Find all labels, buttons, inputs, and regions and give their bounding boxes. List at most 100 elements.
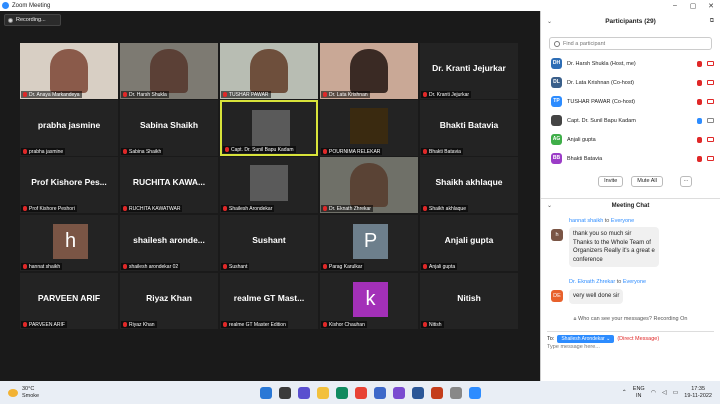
video-tile[interactable]: Capt. Dr. Sunil Bapu Kadam — [220, 100, 318, 156]
video-tile[interactable]: k Kishor Chauhan — [320, 273, 418, 329]
tile-name-label: realme GT Master Edition — [221, 321, 288, 328]
windows-taskbar: 30°C Smoke ⌃ ENG IN ◠ ◁ ▭ 17:35 19-11-20… — [0, 381, 720, 404]
participant-row[interactable]: Capt. Dr. Sunil Bapu Kadam — [541, 111, 720, 130]
search-icon[interactable] — [279, 386, 291, 399]
invite-button[interactable]: Invite — [598, 176, 624, 187]
camera-icon — [707, 80, 714, 85]
tile-name-label: Anjali gupta — [421, 263, 458, 270]
speaker-icon[interactable]: ◁ — [662, 389, 667, 396]
start-icon[interactable] — [260, 386, 272, 399]
video-tile[interactable]: Dr. Lata Krishnan — [320, 43, 418, 99]
avatar: DL — [551, 77, 562, 88]
participant-row[interactable]: DL Dr. Lata Krishnan (Co-host) — [541, 73, 720, 92]
search-input[interactable] — [563, 40, 703, 47]
participant-video — [150, 49, 188, 93]
participant-video — [50, 49, 88, 93]
weather-widget[interactable]: 30°C Smoke — [8, 386, 39, 400]
tile-name-label: Nitish — [421, 321, 444, 328]
video-tile[interactable]: RUCHITA KAWA... RUCHITA KAWATWAR — [120, 157, 218, 213]
more-options-button[interactable]: ... — [680, 176, 692, 187]
video-tile[interactable]: Nitish Nitish — [420, 273, 518, 329]
participant-row[interactable]: AG Anjali gupta — [541, 130, 720, 149]
chrome-icon[interactable] — [355, 386, 367, 399]
microphone-icon — [697, 136, 702, 143]
video-tile[interactable]: Shaikh akhlaque Shaikh akhlaque — [420, 157, 518, 213]
video-tile[interactable]: Shailesh Arondekar — [220, 157, 318, 213]
recipient-select[interactable]: Shailesh Arondekar ⌄ — [557, 334, 615, 343]
mic-muted-icon — [223, 92, 227, 97]
tile-name-label: PARVEEN ARIF — [21, 321, 67, 328]
video-tile[interactable]: h hannat shaikh — [20, 215, 118, 271]
video-tile[interactable]: realme GT Mast... realme GT Master Editio… — [220, 273, 318, 329]
mute-all-button[interactable]: Mute All — [631, 176, 663, 187]
minimize-icon[interactable]: – — [666, 2, 684, 10]
mic-muted-icon — [323, 206, 327, 211]
participant-actions: Invite Mute All ... — [541, 176, 720, 187]
weather-icon — [8, 388, 18, 397]
video-tile[interactable]: Dr. Anaya Markandeya — [20, 43, 118, 99]
language-indicator[interactable]: ENG IN — [633, 386, 645, 400]
participant-row[interactable]: TP TUSHAR PAWAR (Co-host) — [541, 92, 720, 111]
video-tile[interactable]: Sushant Sushant — [220, 215, 318, 271]
chat-app-icon[interactable] — [298, 386, 310, 399]
tile-name-label: hannat shaikh — [21, 263, 63, 270]
maximize-icon[interactable]: ▢ — [684, 2, 702, 10]
chat-message-input[interactable] — [547, 344, 707, 350]
video-tile[interactable]: POURNIMA RELEKAR — [320, 100, 418, 156]
mic-muted-icon — [423, 264, 427, 269]
video-tile[interactable]: shailesh aronde... shailesh arondekar 02 — [120, 215, 218, 271]
avatar: P — [353, 224, 388, 259]
participant-row[interactable]: BB Bhakti Batavia — [541, 149, 720, 168]
app-icon[interactable] — [450, 386, 462, 399]
participant-status — [697, 60, 714, 67]
participant-name: Dr. Harsh Shukla (Host, me) — [567, 60, 636, 67]
close-icon[interactable]: ✕ — [702, 2, 720, 10]
video-tile[interactable]: Prof Kishore Pes... Prof Kishore Peshori — [20, 157, 118, 213]
video-tile[interactable]: P Parag Karulkar — [320, 215, 418, 271]
video-tile[interactable]: Riyaz Khan Riyaz Khan — [120, 273, 218, 329]
mic-muted-icon — [323, 149, 327, 154]
taskbar-apps — [260, 386, 481, 399]
file-explorer-icon[interactable] — [317, 386, 329, 399]
mic-muted-icon — [223, 206, 227, 211]
chat-privacy-notice[interactable]: 🔒︎ Who can see your messages? Recording … — [541, 316, 720, 323]
battery-icon[interactable]: ▭ — [673, 389, 679, 396]
video-tile[interactable]: Dr. Eknath Zhrekar — [320, 157, 418, 213]
recording-indicator[interactable]: Recording... — [4, 14, 61, 26]
participant-display-name: realme GT Mast... — [233, 293, 305, 303]
video-tile[interactable]: Sabina Shaikh Sabina Shaikh — [120, 100, 218, 156]
chevron-down-icon[interactable]: ⌄ — [547, 18, 552, 25]
chat-message-meta: hannat shaikh to Everyone — [569, 218, 635, 224]
mic-muted-icon — [423, 206, 427, 211]
edge-icon[interactable] — [336, 386, 348, 399]
participant-display-name: Bhakti Batavia — [439, 120, 499, 130]
participants-header: ⌄ Participants (29) ⧉ — [541, 11, 720, 31]
powerpoint-icon[interactable] — [431, 386, 443, 399]
video-tile[interactable]: prabha jasmine prabha jasmine — [20, 100, 118, 156]
participants-title: Participants (29) — [605, 17, 656, 25]
video-tile[interactable]: Dr. Kranti Jejurkar Dr. Kranti Jejurkar — [420, 43, 518, 99]
video-tile[interactable]: TUSHAR PAWAR — [220, 43, 318, 99]
video-tile[interactable]: Bhakti Batavia Bhakti Batavia — [420, 100, 518, 156]
video-tile[interactable]: Dr. Harsh Shukla — [120, 43, 218, 99]
search-icon — [554, 40, 560, 47]
video-tile[interactable]: PARVEEN ARIF PARVEEN ARIF — [20, 273, 118, 329]
chevron-down-icon[interactable]: ⌄ — [547, 202, 552, 209]
participant-row[interactable]: DH Dr. Harsh Shukla (Host, me) — [541, 54, 720, 73]
chevron-up-icon[interactable]: ⌃ — [622, 389, 627, 396]
participant-status — [697, 79, 714, 86]
mic-muted-icon — [123, 149, 127, 154]
avatar: k — [353, 282, 388, 317]
store-icon[interactable] — [374, 386, 386, 399]
clock[interactable]: 17:35 19-11-2022 — [684, 386, 712, 400]
zoom-icon[interactable] — [469, 386, 481, 399]
app-icon[interactable] — [393, 386, 405, 399]
word-icon[interactable] — [412, 386, 424, 399]
video-tile[interactable]: Anjali gupta Anjali gupta — [420, 215, 518, 271]
tile-name-label: Dr. Anaya Markandeya — [21, 91, 82, 98]
participant-search[interactable] — [549, 37, 712, 50]
popout-icon[interactable]: ⧉ — [710, 18, 714, 25]
tile-name-label: Shaikh akhlaque — [421, 205, 468, 212]
tile-name-label: Shailesh Arondekar — [221, 205, 275, 212]
wifi-icon[interactable]: ◠ — [651, 389, 656, 396]
